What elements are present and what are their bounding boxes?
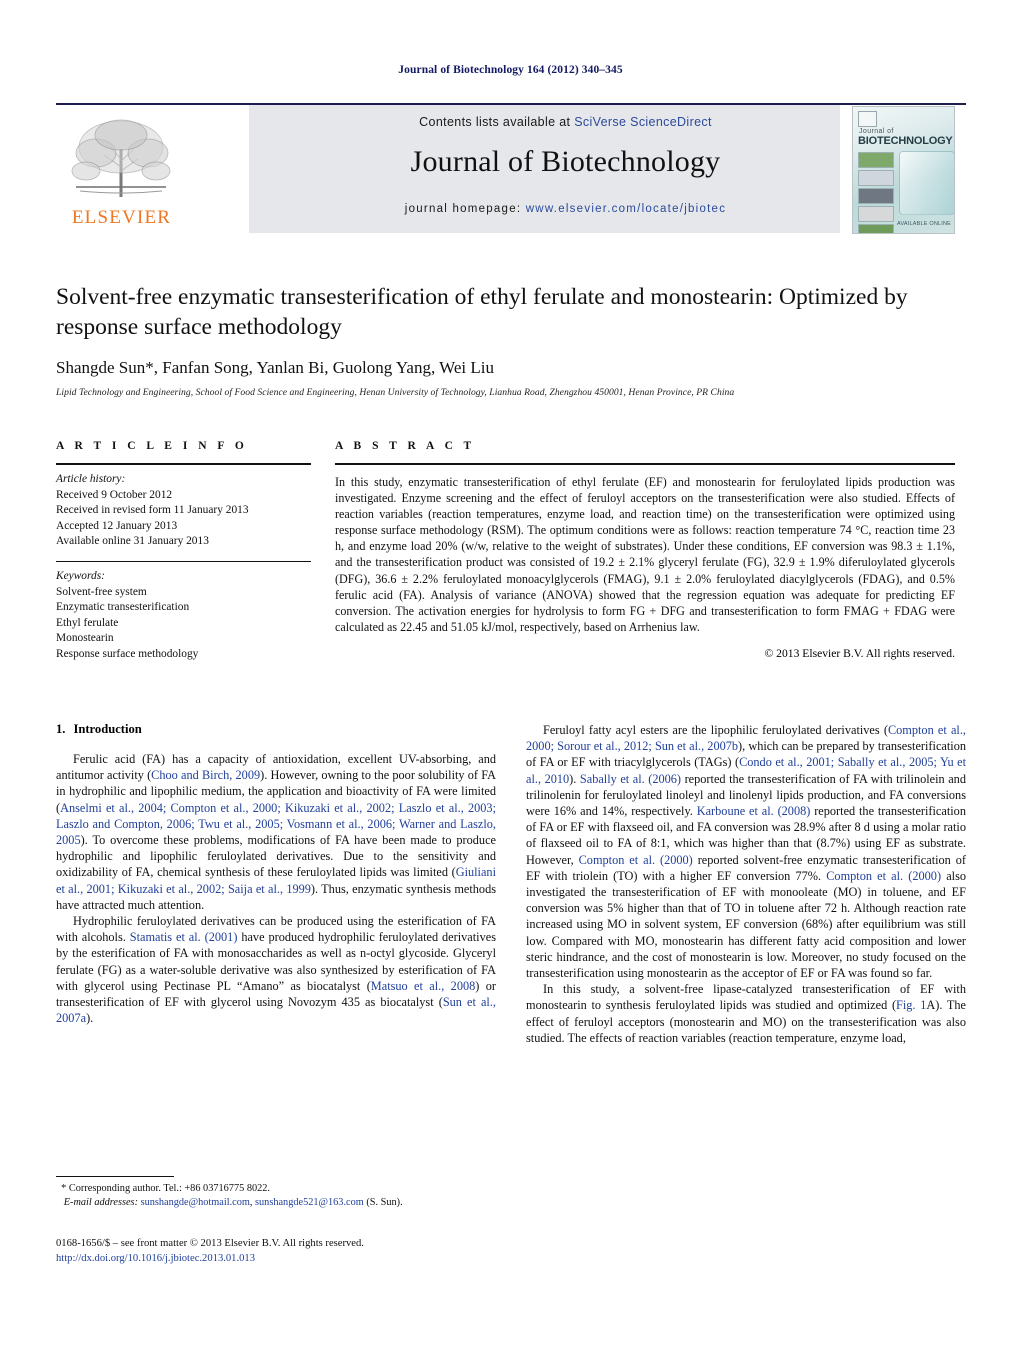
email-label: E-mail addresses:	[63, 1196, 138, 1208]
cover-strip-cell	[858, 188, 894, 204]
cover-small-label: Journal of	[859, 128, 894, 135]
corresponding-author-text: Corresponding author. Tel.: +86 03716775…	[68, 1183, 270, 1194]
cover-title: BIOTECHNOLOGY	[858, 135, 953, 147]
text-run: ).	[86, 1011, 94, 1026]
text-run: ). To overcome these problems, modificat…	[56, 833, 496, 880]
citation-link[interactable]: Stamatis et al. (2001)	[130, 930, 238, 944]
figure-link[interactable]: Fig. 1	[896, 998, 926, 1012]
journal-cover-image: Journal of BIOTECHNOLOGY AVAILABLE ONLIN…	[852, 106, 955, 234]
history-item: Received in revised form 11 January 2013	[56, 504, 249, 517]
cover-strip-cell	[858, 152, 894, 168]
footnote-marker: *	[61, 1183, 67, 1194]
issn-copyright-line: 0168-1656/$ – see front matter © 2013 El…	[56, 1238, 364, 1249]
title-block: Solvent-free enzymatic transesterificati…	[56, 282, 966, 398]
doi-link[interactable]: http://dx.doi.org/10.1016/j.jbiotec.2013…	[56, 1251, 516, 1266]
paper-page: Journal of Biotechnology 164 (2012) 340–…	[0, 0, 1021, 1351]
email-link-secondary[interactable]: sunshangde521@163.com	[255, 1197, 364, 1208]
homepage-label: journal homepage:	[404, 203, 526, 215]
citation-link[interactable]: Karboune et al. (2008)	[697, 804, 811, 818]
abstract-column: A B S T R A C T In this study, enzymatic…	[335, 440, 955, 663]
contents-lists-line: Contents lists available at SciVerse Sci…	[249, 115, 882, 129]
keyword-item: Response surface methodology	[56, 647, 199, 660]
footnote-rule	[56, 1176, 174, 1177]
keyword-item: Monostearin	[56, 632, 114, 645]
info-abstract-block: A R T I C L E I N F O Article history: R…	[56, 440, 966, 663]
journal-homepage-line: journal homepage: www.elsevier.com/locat…	[249, 203, 882, 215]
section-number: 1.	[56, 722, 66, 736]
citation-link[interactable]: Matsuo et al., 2008	[371, 979, 475, 993]
corresponding-author-note: * Corresponding author. Tel.: +86 037167…	[56, 1182, 496, 1196]
journal-masthead: ELSEVIER Contents lists available at Sci…	[56, 103, 966, 234]
paragraph: Ferulic acid (FA) has a capacity of anti…	[56, 751, 496, 913]
citation-link[interactable]: Sabally et al. (2006)	[580, 772, 681, 786]
email-link-primary[interactable]: sunshangde@hotmail.com	[141, 1197, 250, 1208]
cover-glassware-graphic	[899, 151, 954, 215]
text-run: Feruloyl fatty acyl esters are the lipop…	[543, 723, 888, 737]
history-item: Available online 31 January 2013	[56, 535, 209, 548]
journal-title: Journal of Biotechnology	[410, 145, 721, 178]
history-item: Received 9 October 2012	[56, 488, 173, 501]
citation-link[interactable]: Compton et al. (2000)	[579, 853, 693, 867]
cover-image-strip	[858, 152, 894, 233]
elsevier-wordmark: ELSEVIER	[71, 207, 172, 228]
cover-strip-cell	[858, 170, 894, 186]
journal-cover-thumbnail: Journal of BIOTECHNOLOGY AVAILABLE ONLIN…	[840, 105, 966, 234]
keyword-item: Enzymatic transesterification	[56, 601, 190, 614]
section-name: Introduction	[73, 722, 142, 736]
history-item: Accepted 12 January 2013	[56, 519, 178, 532]
article-history-label: Article history:	[56, 473, 126, 485]
running-head: Journal of Biotechnology 164 (2012) 340–…	[398, 64, 623, 76]
abstract-copyright: © 2013 Elsevier B.V. All rights reserved…	[764, 646, 955, 660]
affiliation: Lipid Technology and Engineering, School…	[56, 387, 735, 398]
keyword-item: Solvent-free system	[56, 585, 147, 598]
keywords-label: Keywords:	[56, 569, 105, 582]
citation-link[interactable]: Choo and Birch, 2009	[151, 768, 260, 782]
elsevier-tree-icon	[71, 119, 171, 197]
right-column: Feruloyl fatty acyl esters are the lipop…	[526, 722, 966, 1282]
citation-link[interactable]: Compton et al. (2000)	[826, 869, 941, 883]
email-suffix: (S. Sun).	[363, 1196, 403, 1208]
abstract-text: In this study, enzymatic transesterifica…	[335, 475, 955, 634]
footnote-block: * Corresponding author. Tel.: +86 037167…	[56, 1176, 496, 1209]
paragraph: Hydrophilic feruloylated derivatives can…	[56, 913, 496, 1026]
contents-lists-prefix: Contents lists available at	[419, 115, 575, 129]
front-matter-block: 0168-1656/$ – see front matter © 2013 El…	[56, 1236, 516, 1266]
homepage-url-link[interactable]: www.elsevier.com/locate/jbiotec	[526, 203, 726, 215]
email-note: E-mail addresses: sunshangde@hotmail.com…	[56, 1196, 496, 1210]
text-run: ).	[569, 771, 580, 786]
paragraph: In this study, a solvent-free lipase-cat…	[526, 981, 966, 1046]
abstract-heading: A B S T R A C T	[335, 440, 476, 452]
page-title: Solvent-free enzymatic transesterificati…	[56, 284, 908, 340]
cover-elsevier-mark-icon	[858, 111, 877, 127]
keyword-item: Ethyl ferulate	[56, 616, 119, 629]
elsevier-logo: ELSEVIER	[56, 109, 187, 233]
article-info-column: A R T I C L E I N F O Article history: R…	[56, 440, 311, 663]
text-run: also investigated the transesterificatio…	[526, 868, 967, 981]
author-list: Shangde Sun*, Fanfan Song, Yanlan Bi, Gu…	[56, 358, 494, 377]
cover-footer-text: AVAILABLE ONLINE	[897, 221, 952, 227]
keywords-list: Keywords: Solvent-free system Enzymatic …	[56, 562, 311, 663]
section-heading-introduction: 1. Introduction	[56, 722, 496, 737]
paragraph: Feruloyl fatty acyl esters are the lipop…	[526, 722, 966, 981]
article-history: Article history: Received 9 October 2012…	[56, 465, 311, 550]
article-info-heading: A R T I C L E I N F O	[56, 440, 248, 452]
cover-strip-cell	[858, 224, 894, 233]
cover-strip-cell	[858, 206, 894, 222]
sciencedirect-link[interactable]: SciVerse ScienceDirect	[574, 115, 712, 129]
